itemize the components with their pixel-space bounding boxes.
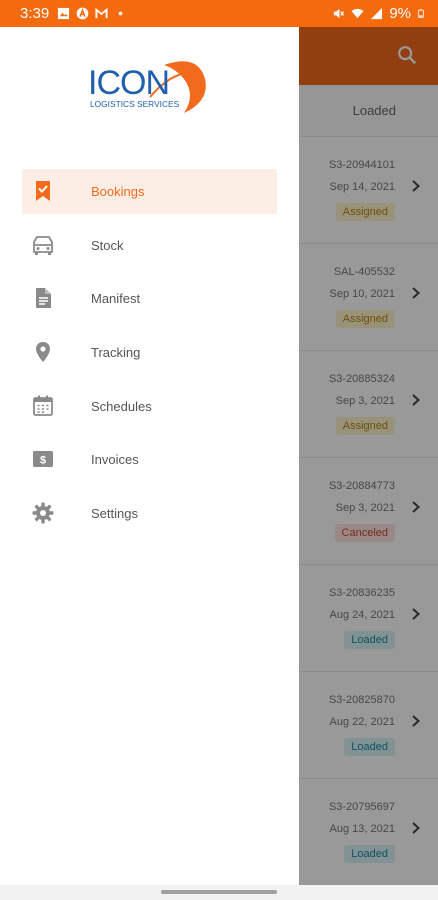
menu-item-manifest[interactable]: Manifest [0,276,299,330]
menu-item-tracking[interactable]: Tracking [0,330,299,384]
battery-percent: 9% [389,5,411,22]
menu-item-label: Settings [91,506,138,522]
menu-item-label: Stock [91,237,124,253]
document-icon [36,288,51,309]
calendar-icon [33,395,53,416]
dollar-bill-icon: $ [33,451,53,468]
a-icon [76,7,89,20]
image-icon [58,7,70,20]
battery-icon [417,9,424,18]
bookmark-check-icon [36,181,50,201]
menu-item-bookings[interactable]: Bookings [0,169,299,223]
svg-text:$: $ [40,455,46,467]
navigation-drawer: ICON LOGISTICS SERVICES Bookings Stock M… [0,27,299,885]
menu-item-label: Invoices [91,452,139,468]
wifi-icon [351,8,364,19]
home-gesture-handle[interactable] [161,890,277,894]
mute-icon [334,8,345,19]
menu-item-label: Schedules [91,398,152,414]
gmail-icon [95,7,108,19]
navigation-bar [0,885,438,900]
status-time: 3:39 [20,5,50,22]
menu-item-label: Tracking [91,345,141,361]
status-left-icons [57,7,127,20]
dot-icon [118,11,123,16]
icon-logistics-logo: ICON LOGISTICS SERVICES [88,61,206,113]
menu-item-schedules[interactable]: Schedules [0,384,299,438]
logo-text: ICON [88,64,169,102]
drawer-menu: Bookings Stock Manifest Tracking Schedul… [0,169,299,545]
menu-item-label: Manifest [91,291,141,307]
menu-item-label: Bookings [91,184,145,199]
logo-subtitle: LOGISTICS SERVICES [90,99,180,109]
car-icon [33,235,53,255]
signal-icon [371,7,383,20]
status-bar: 3:39 9% [0,0,438,27]
menu-item-stock[interactable]: Stock [0,223,299,277]
status-right: 9% [332,5,426,22]
menu-item-invoices[interactable]: $ Invoices [0,437,299,491]
gear-icon [32,502,54,524]
location-pin-icon [36,342,50,363]
menu-item-settings[interactable]: Settings [0,491,299,545]
